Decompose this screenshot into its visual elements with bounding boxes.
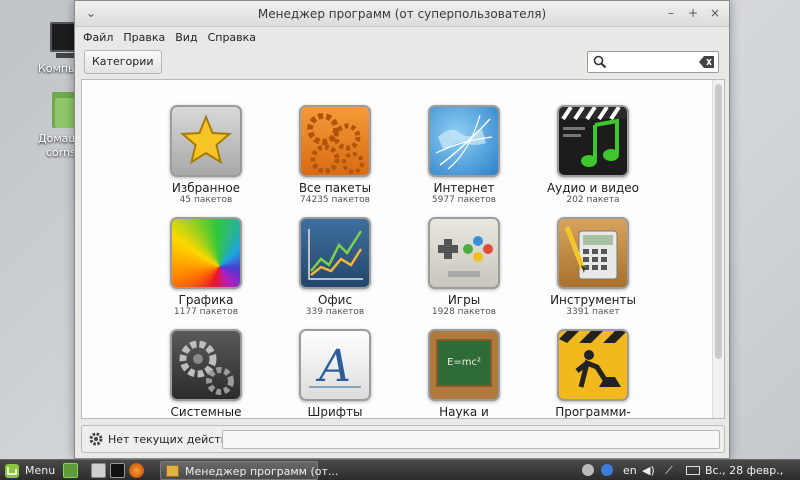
category-name: Системные — [170, 405, 242, 419]
clock[interactable]: Вс., 28 февр., 22:11 — [705, 463, 800, 480]
terminal-icon[interactable] — [110, 463, 125, 478]
chart-icon — [299, 217, 371, 289]
menubar: Файл Правка Вид Справка — [75, 27, 729, 47]
category-count: 1177 пакетов — [173, 307, 239, 317]
titlebar[interactable]: ⌄ Менеджер программ (от суперпользовател… — [75, 1, 729, 27]
gear-icon — [89, 432, 103, 446]
menu-edit[interactable]: Правка — [123, 31, 165, 44]
category-programming[interactable]: Программи- — [533, 329, 653, 419]
mint-logo-icon — [5, 463, 19, 478]
category-count: 1928 пакетов — [431, 307, 497, 317]
category-science[interactable]: E=mc² Наука и — [404, 329, 524, 419]
gears-icon — [299, 105, 371, 177]
maximize-button[interactable]: + — [685, 5, 701, 21]
category-count: 3391 пакет — [566, 307, 620, 317]
clear-search-icon[interactable] — [699, 56, 715, 68]
network-icon[interactable]: ⟋ — [665, 463, 673, 478]
color-wheel-icon — [170, 217, 242, 289]
svg-text:E=mc²: E=mc² — [447, 357, 481, 368]
category-count: 339 пакетов — [305, 307, 365, 317]
firefox-icon[interactable] — [129, 463, 144, 478]
category-office[interactable]: Офис 339 пакетов — [275, 217, 395, 318]
start-menu-button[interactable]: Menu — [4, 462, 55, 479]
category-name: Инструменты — [550, 293, 636, 307]
category-name: Все пакеты — [298, 181, 372, 195]
software-manager-window: ⌄ Менеджер программ (от суперпользовател… — [74, 0, 730, 459]
menu-view[interactable]: Вид — [175, 31, 197, 44]
software-manager-icon — [166, 465, 179, 477]
chalkboard-icon: E=mc² — [428, 329, 500, 401]
scrollbar[interactable] — [712, 80, 724, 418]
category-count: 45 пакетов — [179, 195, 233, 205]
taskbar: Menu Менеджер программ (от... en ◀) ⟋ Вс… — [0, 459, 800, 480]
status-bar: Нет текущих действий — [81, 425, 725, 453]
category-name: Шрифты — [307, 405, 363, 419]
category-system[interactable]: Системные — [146, 329, 266, 419]
gamepad-icon — [428, 217, 500, 289]
category-count: 202 пакета — [566, 195, 620, 205]
search-icon — [593, 55, 607, 69]
battery-icon[interactable] — [686, 466, 700, 475]
categories-pane: Избранное 45 пакетов Все пакеты 74235 па… — [81, 79, 725, 419]
category-name: Аудио и видео — [546, 181, 640, 195]
window-title: Менеджер программ (от суперпользователя) — [257, 7, 547, 21]
menu-label: Menu — [25, 464, 56, 477]
keyboard-layout[interactable]: en — [623, 463, 637, 478]
taskbar-window-button[interactable]: Менеджер программ (от... — [160, 461, 338, 480]
close-button[interactable]: × — [707, 5, 723, 21]
update-icon[interactable] — [582, 464, 594, 476]
menu-help[interactable]: Справка — [208, 31, 256, 44]
calculator-icon — [557, 217, 629, 289]
category-games[interactable]: Игры 1928 пакетов — [404, 217, 524, 318]
category-favorites[interactable]: Избранное 45 пакетов — [146, 105, 266, 206]
category-audio-video[interactable]: Аудио и видео 202 пакета — [533, 105, 653, 206]
svg-text:A: A — [315, 341, 351, 392]
search-input[interactable] — [587, 51, 719, 73]
category-count: 74235 пакетов — [300, 195, 370, 205]
category-name: Наука и — [439, 405, 489, 419]
category-name: Игры — [447, 293, 481, 307]
category-name: Избранное — [171, 181, 241, 195]
category-fonts[interactable]: A Шрифты — [275, 329, 395, 419]
file-manager-icon[interactable] — [91, 463, 106, 478]
font-icon: A — [299, 329, 371, 401]
category-all-packages[interactable]: Все пакеты 74235 пакетов — [275, 105, 395, 206]
system-gears-icon — [170, 329, 242, 401]
minimize-button[interactable]: – — [663, 5, 679, 21]
info-icon[interactable] — [601, 464, 613, 476]
category-graphics[interactable]: Графика 1177 пакетов — [146, 217, 266, 318]
toolbar: Категории — [75, 47, 729, 77]
volume-icon[interactable]: ◀) — [642, 463, 655, 478]
music-icon — [557, 105, 629, 177]
category-name: Графика — [178, 293, 234, 307]
category-name: Интернет — [433, 181, 495, 195]
progress-field — [222, 430, 720, 449]
construction-icon — [557, 329, 629, 401]
categories-button[interactable]: Категории — [84, 50, 162, 74]
category-internet[interactable]: Интернет 5977 пакетов — [404, 105, 524, 206]
category-name: Программи- — [555, 405, 631, 419]
scrollbar-thumb[interactable] — [715, 84, 722, 359]
category-name: Офис — [317, 293, 353, 307]
taskbar-window-label: Менеджер программ (от... — [185, 465, 339, 478]
globe-icon — [428, 105, 500, 177]
show-desktop-icon[interactable] — [63, 463, 78, 478]
star-icon — [170, 105, 242, 177]
menu-file[interactable]: Файл — [83, 31, 113, 44]
category-count: 5977 пакетов — [431, 195, 497, 205]
category-tools[interactable]: Инструменты 3391 пакет — [533, 217, 653, 318]
